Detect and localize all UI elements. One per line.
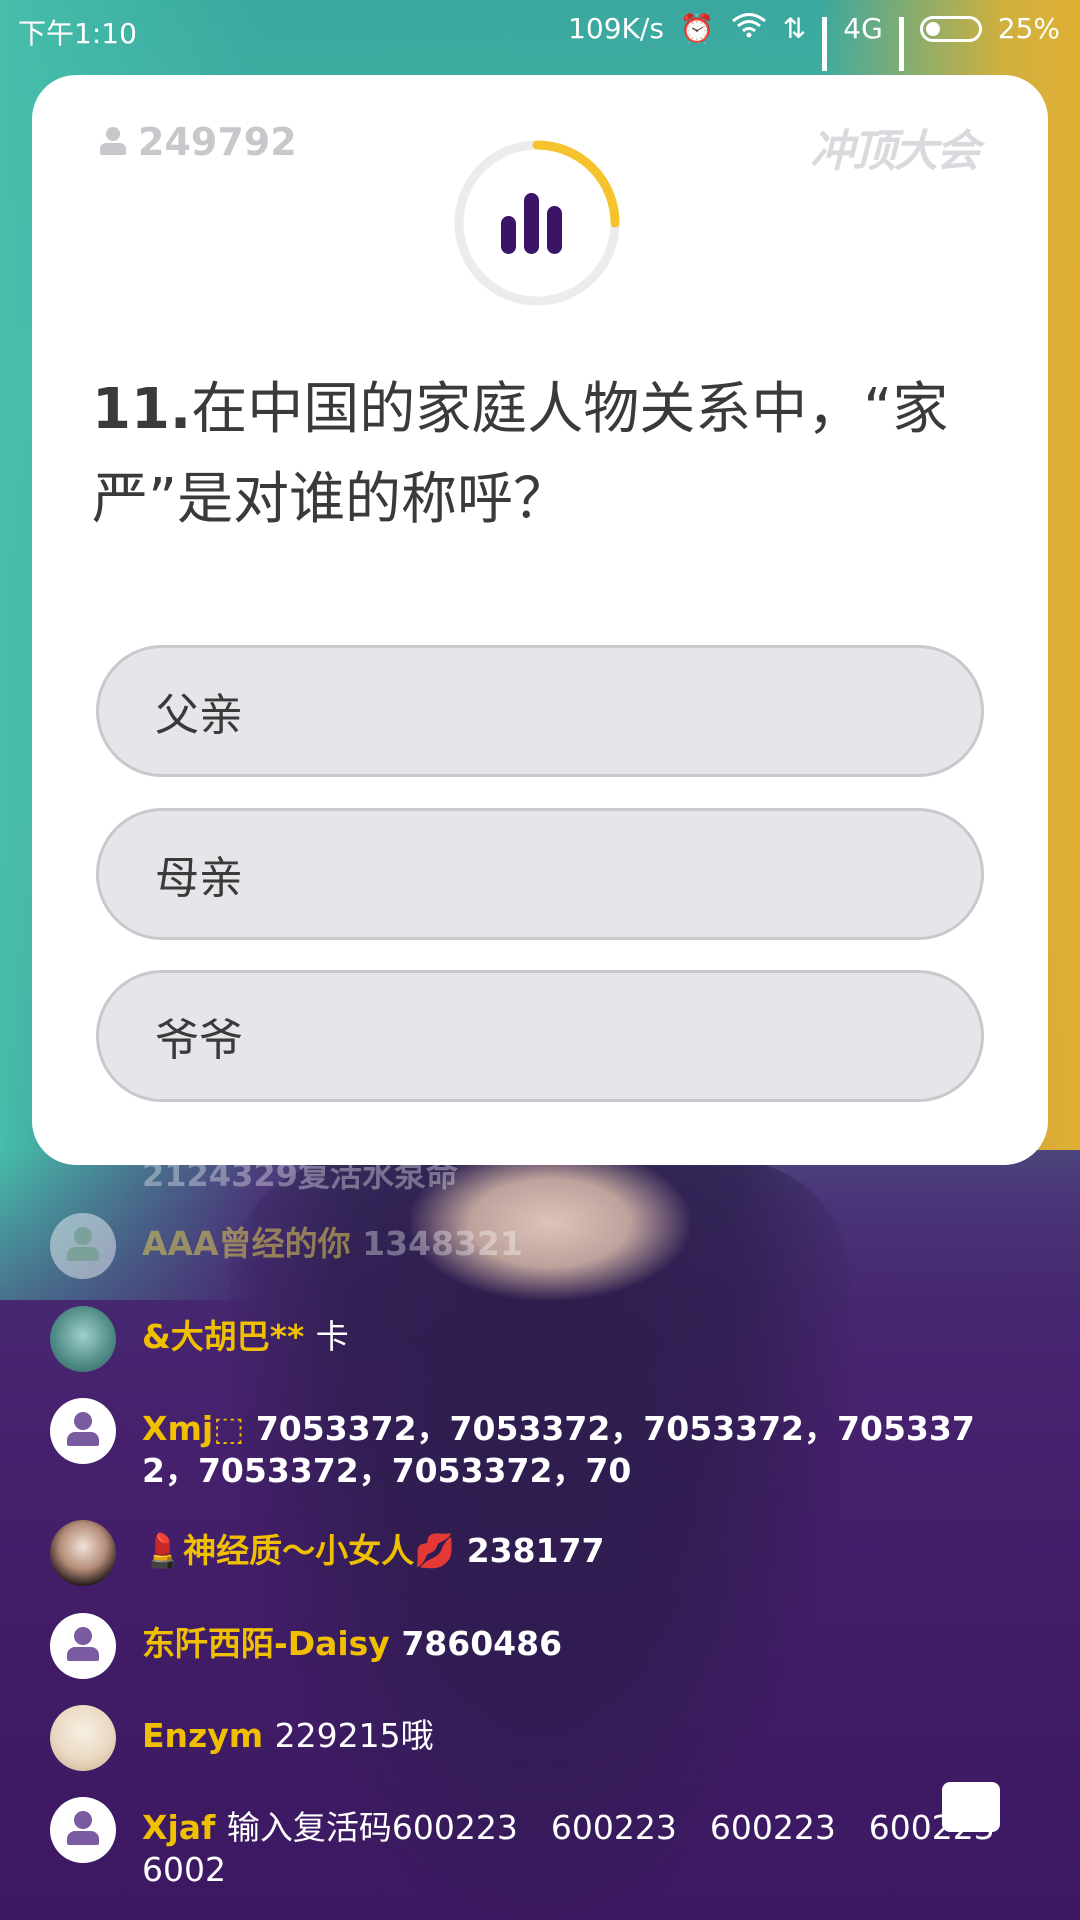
comment-message: 7053372，7053372，7053372，7053372，7053372，…	[142, 1409, 975, 1490]
answer-option-label: 父亲	[155, 690, 243, 741]
answer-option-label: 爷爷	[155, 1015, 243, 1066]
signal-icon-2	[898, 16, 904, 71]
avatar[interactable]	[50, 1213, 116, 1279]
comment-author[interactable]: Xmj⬚	[142, 1409, 244, 1448]
comment-author[interactable]: Xjaf	[142, 1808, 215, 1847]
comment-text: Enzym 229215哦	[142, 1705, 434, 1757]
wifi-icon	[731, 12, 767, 45]
comment-author[interactable]: 东阡西陌-Daisy	[142, 1624, 390, 1663]
avatar[interactable]	[50, 1705, 116, 1771]
comment-text: AAA曾经的你 1348321	[142, 1213, 523, 1265]
comment-text: Xmj⬚ 7053372，7053372，7053372，7053372，705…	[142, 1398, 1002, 1492]
comment-author[interactable]: 💄神经质～小女人💋	[142, 1531, 455, 1570]
comment-message: 输入复活码600223 600223 600223 600223 6002	[142, 1808, 995, 1889]
network-type: 4G	[843, 12, 883, 45]
bar-chart-icon	[501, 193, 562, 254]
comment-text: 💄神经质～小女人💋 238177	[142, 1520, 604, 1572]
data-transfer-icon: ⇅	[782, 12, 807, 45]
avatar[interactable]	[50, 1520, 116, 1586]
answer-option-label: 母亲	[155, 853, 243, 904]
comment-item: AAA曾经的你 1348321	[50, 1213, 1050, 1279]
comment-item: Enzym 229215哦	[50, 1705, 1050, 1771]
comment-text: Xjaf 输入复活码600223 600223 600223 600223 60…	[142, 1797, 1022, 1891]
comment-message: 229215哦	[274, 1716, 434, 1755]
comment-text: &大胡巴** 卡	[142, 1306, 349, 1358]
answer-option-2[interactable]: 母亲	[96, 808, 984, 940]
question-text: 11.在中国的家庭人物关系中，“家严”是对谁的称呼？	[92, 365, 1012, 545]
comment-item: &大胡巴** 卡	[50, 1306, 1050, 1372]
avatar[interactable]	[50, 1613, 116, 1679]
countdown-timer	[454, 140, 620, 306]
network-speed: 109K/s	[568, 12, 664, 45]
comment-item: Xmj⬚ 7053372，7053372，7053372，7053372，705…	[50, 1398, 1050, 1492]
brand-logo: 冲顶大会	[810, 126, 980, 177]
viewer-count-value: 249792	[138, 120, 297, 164]
avatar[interactable]	[50, 1797, 116, 1863]
avatar[interactable]	[50, 1398, 116, 1464]
faded-comment-line: 2124329复活水泵命	[142, 1156, 458, 1194]
status-icons: 109K/s ⏰ ⇅ 4G 25%	[568, 12, 1060, 71]
answer-option-3[interactable]: 爷爷	[96, 970, 984, 1102]
question-body: 在中国的家庭人物关系中，“家严”是对谁的称呼？	[92, 377, 949, 532]
comment-item: 东阡西陌-Daisy 7860486	[50, 1613, 1050, 1679]
signal-icon	[822, 16, 828, 71]
avatar[interactable]	[50, 1306, 116, 1372]
user-icon	[100, 127, 126, 157]
comment-message: 238177	[466, 1531, 605, 1570]
question-number: 11.	[92, 377, 192, 442]
battery-icon	[919, 15, 982, 42]
alarm-icon: ⏰	[679, 12, 715, 45]
comment-author[interactable]: &大胡巴**	[142, 1317, 304, 1356]
comment-message: 7860486	[401, 1624, 563, 1663]
comment-author[interactable]: AAA曾经的你	[142, 1224, 351, 1263]
battery-level: 25%	[997, 12, 1060, 45]
answer-option-1[interactable]: 父亲	[96, 645, 984, 777]
comment-item: Xjaf 输入复活码600223 600223 600223 600223 60…	[50, 1797, 1050, 1891]
chat-input-button[interactable]	[942, 1782, 1000, 1832]
status-time: 下午1:10	[18, 17, 137, 50]
viewer-count: 249792	[100, 120, 297, 164]
quiz-card: 249792 冲顶大会 11.在中国的家庭人物关系中，“家严”是对谁的称呼？ 父…	[32, 75, 1048, 1165]
comment-item: 💄神经质～小女人💋 238177	[50, 1520, 1050, 1586]
comment-message: 卡	[315, 1317, 349, 1356]
status-bar: 下午1:10 109K/s ⏰ ⇅ 4G 25%	[0, 0, 1080, 71]
comment-message: 1348321	[362, 1224, 523, 1263]
comment-author[interactable]: Enzym	[142, 1716, 263, 1755]
comment-text: 东阡西陌-Daisy 7860486	[142, 1613, 562, 1665]
